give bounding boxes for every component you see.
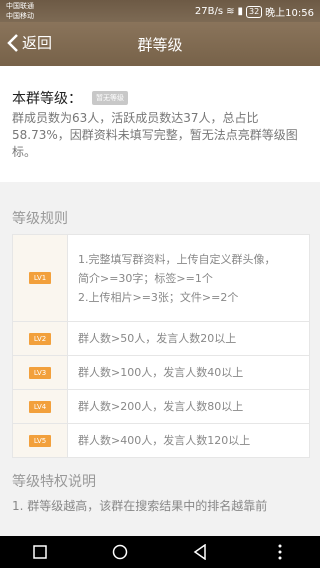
- level-cell: LV1: [13, 235, 68, 321]
- battery-icon: 32: [245, 5, 263, 18]
- menu-button[interactable]: [265, 537, 295, 567]
- privileges-title: 等级特权说明: [12, 474, 96, 490]
- triangle-back-icon: [193, 544, 206, 560]
- circle-icon: [112, 544, 128, 560]
- rule-text: 群人数>50人，发言人数20以上: [78, 332, 237, 345]
- level-tag: LV4: [29, 400, 51, 413]
- rule-line: 简介>=30字；标签>=1个: [78, 271, 213, 285]
- rules-table: LV1 1.完整填写群资料，上传自定义群头像， 简介>=30字；标签>=1个 2…: [12, 234, 310, 458]
- level-badge: 暂无等级: [92, 91, 128, 105]
- rule-row: LV5 群人数>400人，发言人数120以上: [13, 423, 309, 457]
- rule-row: LV1 1.完整填写群资料，上传自定义群头像， 简介>=30字；标签>=1个 2…: [13, 235, 309, 321]
- signal-icon: ▮: [237, 6, 243, 17]
- level-description: 群成员数为63人，活跃成员数达37人，总占比58.73%，因群资料未填写完整，暂…: [12, 111, 298, 159]
- rule-line: 1.完整填写群资料，上传自定义群头像，: [78, 252, 276, 266]
- level-cell: LV3: [13, 356, 68, 389]
- rule-line: 2.上传相片>=3张；文件>=2个: [78, 290, 239, 304]
- level-cell: LV4: [13, 390, 68, 423]
- back-nav-button[interactable]: [185, 537, 215, 567]
- level-tag: LV5: [29, 434, 51, 447]
- page-title: 群等级: [137, 36, 183, 54]
- level-label: 本群等级：: [12, 91, 82, 107]
- level-cell: LV5: [13, 424, 68, 457]
- home-button[interactable]: [105, 537, 135, 567]
- rule-row: LV4 群人数>200人，发言人数80以上: [13, 389, 309, 423]
- carrier-info: 中国联通 中国移动: [6, 1, 34, 21]
- level-tag: LV3: [29, 366, 51, 379]
- rule-row: LV2 群人数>50人，发言人数20以上: [13, 321, 309, 355]
- level-tag: LV2: [29, 332, 51, 345]
- rule-text: 群人数>400人，发言人数120以上: [78, 434, 251, 447]
- rule-text: 1.完整填写群资料，上传自定义群头像， 简介>=30字；标签>=1个 2.上传相…: [68, 235, 309, 321]
- wifi-icon: ≋: [226, 6, 235, 17]
- rule-text: 群人数>100人，发言人数40以上: [78, 366, 244, 379]
- square-icon: [33, 545, 47, 559]
- nav-bar: 返回 群等级: [0, 22, 320, 66]
- rule-text: 群人数>200人，发言人数80以上: [78, 400, 244, 413]
- clock: 晚上10:56: [265, 8, 314, 19]
- group-level-section: 本群等级： 暂无等级 群成员数为63人，活跃成员数达37人，总占比58.73%，…: [0, 66, 320, 182]
- more-vertical-icon: [278, 544, 282, 560]
- carrier-2: 中国移动: [6, 12, 34, 20]
- rule-row: LV3 群人数>100人，发言人数40以上: [13, 355, 309, 389]
- status-right: 27B/s ≋ ▮ 32 晚上10:56: [195, 4, 314, 19]
- network-speed: 27B/s: [194, 6, 224, 17]
- level-cell: LV2: [13, 322, 68, 355]
- privileges-text: 1. 群等级越高，该群在搜索结果中的排名越靠前: [12, 499, 268, 513]
- recent-apps-button[interactable]: [25, 537, 55, 567]
- system-nav-bar: [0, 536, 320, 568]
- status-bar: 中国联通 中国移动 27B/s ≋ ▮ 32 晚上10:56: [0, 0, 320, 22]
- carrier-1: 中国联通: [6, 2, 34, 10]
- level-tag: LV1: [29, 272, 51, 284]
- level-line: 本群等级： 暂无等级: [12, 88, 128, 108]
- rules-title: 等级规则: [12, 211, 68, 227]
